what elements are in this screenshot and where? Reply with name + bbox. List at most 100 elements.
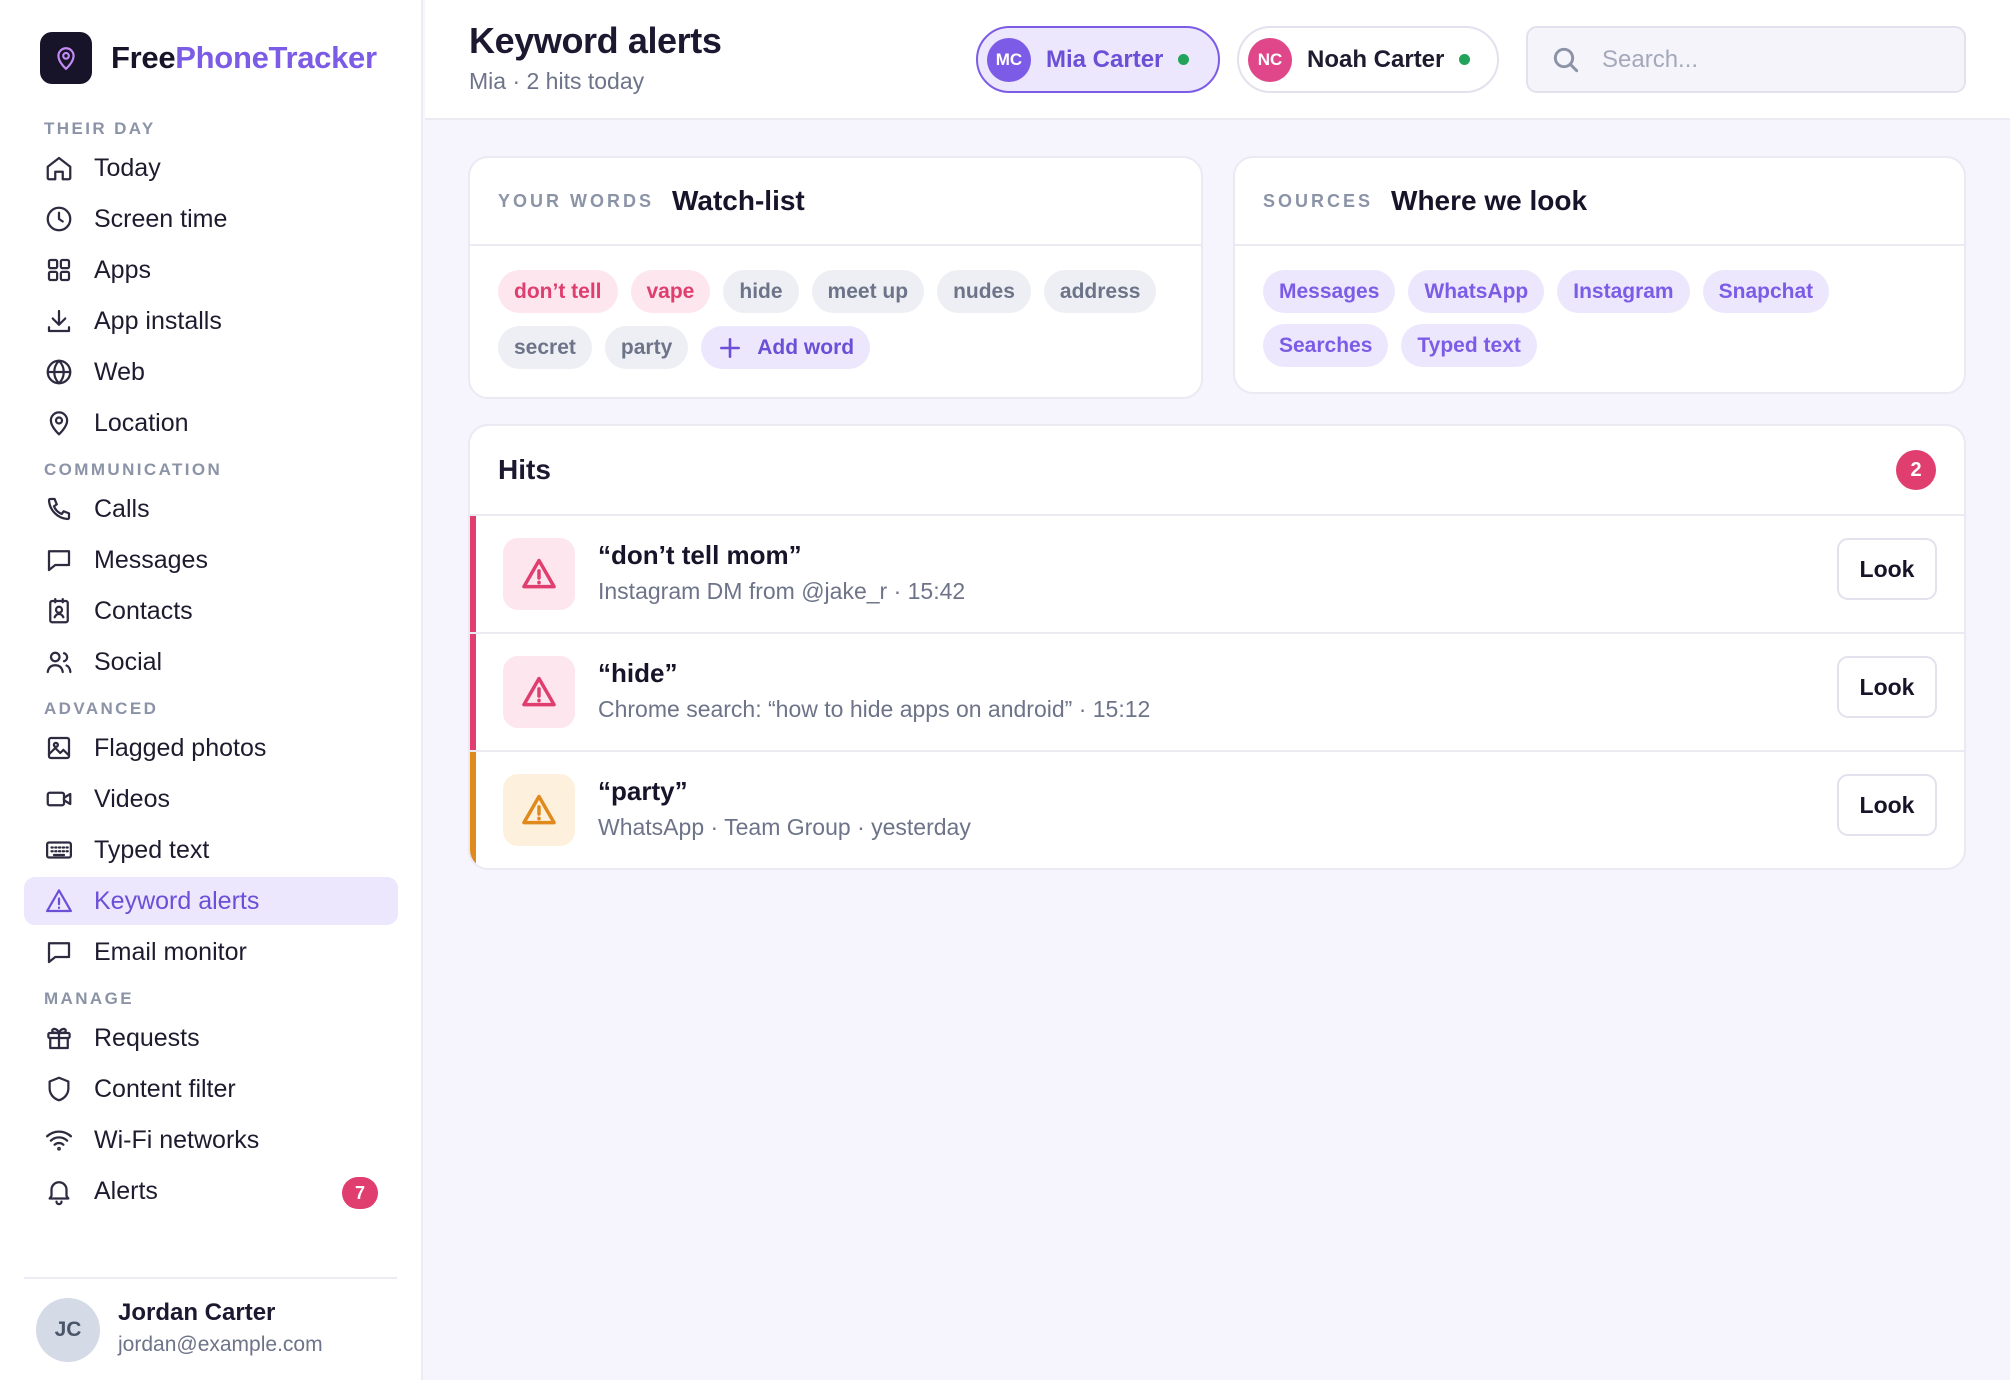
brand[interactable]: FreePhoneTracker xyxy=(40,32,377,84)
keyword-tag[interactable]: party xyxy=(604,326,689,369)
top-bar: Keyword alerts Mia · 2 hits today MC Mia… xyxy=(425,0,2010,120)
hit-meta: Chrome search: “how to hide apps on andr… xyxy=(598,696,1151,722)
severity-bar xyxy=(470,516,476,632)
gift-icon xyxy=(47,1027,71,1050)
keyword-tag[interactable]: vape xyxy=(630,270,711,313)
keyword-tag[interactable]: meet up xyxy=(811,270,925,313)
watchlist-tags: don’t tell vape hide meet up nudes addre… xyxy=(470,246,1201,369)
add-word-label: Add word xyxy=(757,335,855,359)
source-tag[interactable]: Snapchat xyxy=(1702,270,1830,313)
nav-section-advanced: ADVANCED xyxy=(44,699,159,718)
globe-icon xyxy=(46,359,72,385)
sidebar-item-typed-text[interactable]: Typed text xyxy=(24,826,398,874)
source-tag[interactable]: WhatsApp xyxy=(1408,270,1545,313)
alerts-count-badge: 7 xyxy=(342,1177,378,1209)
nav-section-manage: MANAGE xyxy=(44,989,134,1008)
sidebar-item-apps[interactable]: Apps xyxy=(24,246,398,294)
user-name: Jordan Carter xyxy=(118,1299,276,1326)
watchlist-eyebrow: YOUR WORDS xyxy=(498,190,654,211)
map-pin-icon xyxy=(49,411,69,436)
keyword-tag[interactable]: don’t tell xyxy=(498,270,618,313)
hits-header: Hits 2 xyxy=(470,426,1964,516)
child-chip-mia[interactable]: MC Mia Carter xyxy=(976,26,1220,93)
sidebar-item-alerts[interactable]: Alerts 7 xyxy=(24,1167,398,1215)
sidebar-item-label: App installs xyxy=(94,306,222,335)
sidebar-item-keyword-alerts[interactable]: Keyword alerts xyxy=(24,877,398,925)
source-tag[interactable]: Searches xyxy=(1263,324,1389,367)
add-word-button[interactable]: Add word xyxy=(701,326,871,369)
sidebar-item-label: Requests xyxy=(94,1023,200,1052)
warning-icon xyxy=(522,676,556,707)
sidebar-item-videos[interactable]: Videos xyxy=(24,775,398,823)
plus-icon xyxy=(720,337,741,358)
sidebar-item-web[interactable]: Web xyxy=(24,348,398,396)
message-icon xyxy=(47,942,71,964)
sidebar-item-calls[interactable]: Calls xyxy=(24,485,398,533)
sidebar-item-requests[interactable]: Requests xyxy=(24,1014,398,1062)
sidebar-item-label: Messages xyxy=(94,545,208,574)
user-email: jordan@example.com xyxy=(118,1333,323,1356)
bell-icon xyxy=(48,1181,70,1206)
watchlist-card: YOUR WORDS Watch-list don’t tell vape hi… xyxy=(468,156,1203,399)
watchlist-header: YOUR WORDS Watch-list xyxy=(470,158,1201,246)
severity-bar xyxy=(470,752,476,868)
sidebar-item-screen-time[interactable]: Screen time xyxy=(24,195,398,243)
sidebar-item-messages[interactable]: Messages xyxy=(24,536,398,584)
sidebar-item-app-installs[interactable]: App installs xyxy=(24,297,398,345)
sources-eyebrow: SOURCES xyxy=(1263,190,1374,211)
nav-section-their-day: THEIR DAY xyxy=(44,119,156,138)
child-chip-noah[interactable]: NC Noah Carter xyxy=(1237,26,1499,93)
hit-icon-box xyxy=(503,774,575,846)
user-profile[interactable]: JC Jordan Carter jordan@example.com xyxy=(24,1277,397,1380)
keyboard-icon xyxy=(46,841,72,859)
sidebar-item-label: Contacts xyxy=(94,596,193,625)
hit-row[interactable]: “party” WhatsApp · Team Group · yesterda… xyxy=(470,752,1964,868)
sidebar: FreePhoneTracker THEIR DAY Today Screen … xyxy=(0,0,423,1380)
search-box[interactable] xyxy=(1526,26,1966,93)
sidebar-item-label: Videos xyxy=(94,784,170,813)
sidebar-item-flagged-photos[interactable]: Flagged photos xyxy=(24,724,398,772)
contact-card-icon xyxy=(49,598,69,624)
keyword-tag[interactable]: hide xyxy=(723,270,799,313)
child-name: Mia Carter xyxy=(1046,45,1164,73)
keyword-tag[interactable]: nudes xyxy=(937,270,1031,313)
hits-card: Hits 2 “don’t tell mom” Instagram DM fro… xyxy=(468,424,1966,870)
hit-meta: WhatsApp · Team Group · yesterday xyxy=(598,814,971,840)
sidebar-item-label: Flagged photos xyxy=(94,733,267,762)
watchlist-title: Watch-list xyxy=(672,185,805,216)
shield-icon xyxy=(48,1076,70,1102)
look-button[interactable]: Look xyxy=(1837,656,1937,718)
hit-keyword: “don’t tell mom” xyxy=(598,540,802,570)
child-avatar: NC xyxy=(1248,37,1292,82)
hit-row[interactable]: “don’t tell mom” Instagram DM from @jake… xyxy=(470,516,1964,634)
sidebar-item-today[interactable]: Today xyxy=(24,144,398,192)
keyword-tag[interactable]: address xyxy=(1043,270,1157,313)
source-tag[interactable]: Messages xyxy=(1263,270,1396,313)
page-subtitle: Mia · 2 hits today xyxy=(469,68,645,94)
sidebar-item-label: Location xyxy=(94,408,189,437)
sidebar-item-label: Content filter xyxy=(94,1074,236,1103)
hit-keyword: “hide” xyxy=(598,658,678,688)
source-tag[interactable]: Typed text xyxy=(1401,324,1537,367)
sidebar-item-contacts[interactable]: Contacts xyxy=(24,587,398,635)
sidebar-item-label: Web xyxy=(94,357,145,386)
look-button[interactable]: Look xyxy=(1837,538,1937,600)
keyword-tag[interactable]: secret xyxy=(498,326,592,369)
look-button[interactable]: Look xyxy=(1837,774,1937,836)
source-tag[interactable]: Instagram xyxy=(1557,270,1690,313)
search-input[interactable] xyxy=(1602,45,1932,74)
sidebar-item-social[interactable]: Social xyxy=(24,638,398,686)
nav-section-communication: COMMUNICATION xyxy=(44,460,223,479)
sidebar-item-email-monitor[interactable]: Email monitor xyxy=(24,928,398,976)
sidebar-item-location[interactable]: Location xyxy=(24,399,398,447)
hit-row[interactable]: “hide” Chrome search: “how to hide apps … xyxy=(470,634,1964,752)
warning-icon xyxy=(522,794,556,825)
clock-icon xyxy=(46,206,72,232)
sidebar-item-label: Alerts xyxy=(94,1176,158,1205)
sources-card: SOURCES Where we look Messages WhatsApp … xyxy=(1233,156,1966,394)
brand-name: FreePhoneTracker xyxy=(111,40,377,75)
sidebar-item-wifi-networks[interactable]: Wi-Fi networks xyxy=(24,1116,398,1164)
sidebar-item-content-filter[interactable]: Content filter xyxy=(24,1065,398,1113)
page-title: Keyword alerts xyxy=(469,20,722,61)
child-avatar: MC xyxy=(987,37,1031,82)
